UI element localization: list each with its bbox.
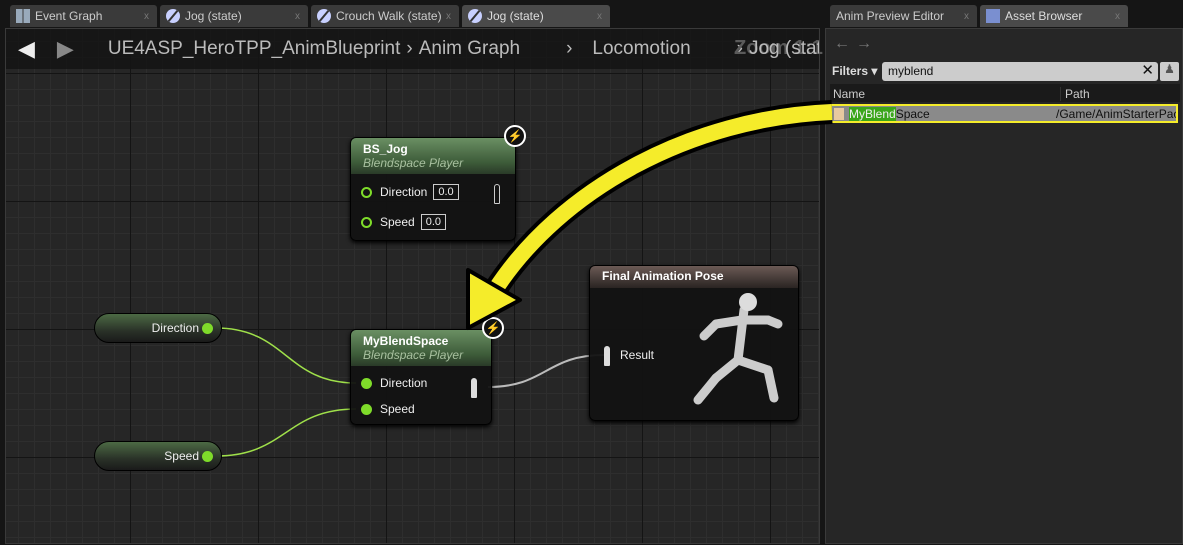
speed-variable-node[interactable]: Speed (94, 441, 222, 471)
column-header: Name Path (830, 84, 1180, 102)
user-icon[interactable]: ♟ (1160, 62, 1179, 81)
direction-variable-node[interactable]: Direction (94, 313, 222, 343)
pose-pin-icon[interactable] (604, 346, 610, 366)
fast-path-icon: ⚡ (504, 125, 526, 147)
fast-path-icon: ⚡ (482, 317, 504, 339)
close-icon[interactable]: x (446, 11, 451, 22)
graph-canvas[interactable]: ◀ ▶ UE4ASP_HeroTPP_AnimBlueprint › Anim G… (5, 28, 823, 544)
filters-button[interactable]: Filters ▾ (832, 64, 877, 78)
asset-row[interactable]: MyBlendSpace /Game/AnimStarterPack (830, 104, 1178, 123)
clear-search-icon[interactable]: ✕ (1141, 61, 1154, 79)
direction-pin[interactable]: Direction 0.0 (361, 184, 459, 200)
tab-jog-state[interactable]: Jog (state) x (160, 5, 308, 27)
asset-browser-panel: ← → Filters ▾ myblend ✕ ♟ Name Path MyBle… (825, 28, 1183, 544)
close-icon[interactable]: x (295, 11, 300, 22)
speed-pin[interactable]: Speed (361, 402, 415, 416)
asset-browser-icon (986, 9, 1000, 23)
close-icon[interactable]: x (1115, 11, 1120, 22)
direction-pin[interactable]: Direction (361, 376, 427, 390)
pose-pin-icon[interactable] (494, 184, 500, 204)
close-icon[interactable]: x (597, 11, 602, 22)
close-icon[interactable]: x (964, 11, 969, 22)
event-graph-icon (16, 9, 30, 23)
speed-value-input[interactable]: 0.0 (420, 214, 446, 230)
state-icon (468, 9, 482, 23)
mannequin-icon (693, 293, 783, 405)
tab-anim-preview-editor[interactable]: Anim Preview Editor x (830, 5, 977, 27)
direction-value-input[interactable]: 0.0 (433, 184, 459, 200)
search-input[interactable]: myblend ✕ (882, 62, 1158, 81)
tab-asset-browser[interactable]: Asset Browser x (980, 5, 1128, 27)
tab-crouch-walk-state[interactable]: Crouch Walk (state) x (311, 5, 459, 27)
speed-pin[interactable]: Speed 0.0 (361, 214, 446, 230)
column-path[interactable]: Path (1060, 87, 1090, 101)
breadcrumb-jog[interactable]: Jog (state) (749, 38, 819, 60)
result-pin-label: Result (620, 348, 655, 362)
tab-jog-state-active[interactable]: Jog (state) x (462, 5, 610, 27)
tab-event-graph[interactable]: Event Graph x (10, 5, 157, 27)
pose-pin-icon[interactable] (471, 378, 477, 398)
state-icon (166, 9, 180, 23)
close-icon[interactable]: x (144, 11, 149, 22)
bs-jog-node[interactable]: BS_Jog Blendspace Player Direction 0.0 Spe… (350, 137, 516, 241)
forward-arrow-icon[interactable]: → (856, 35, 872, 53)
column-name[interactable]: Name (833, 87, 865, 101)
final-animation-pose-node[interactable]: Final Animation Pose Result (589, 265, 799, 421)
state-icon (317, 9, 331, 23)
back-arrow-icon[interactable]: ← (834, 35, 850, 53)
blendspace-asset-icon (834, 108, 844, 120)
myblendspace-node[interactable]: MyBlendSpace Blendspace Player Direction … (350, 329, 492, 425)
